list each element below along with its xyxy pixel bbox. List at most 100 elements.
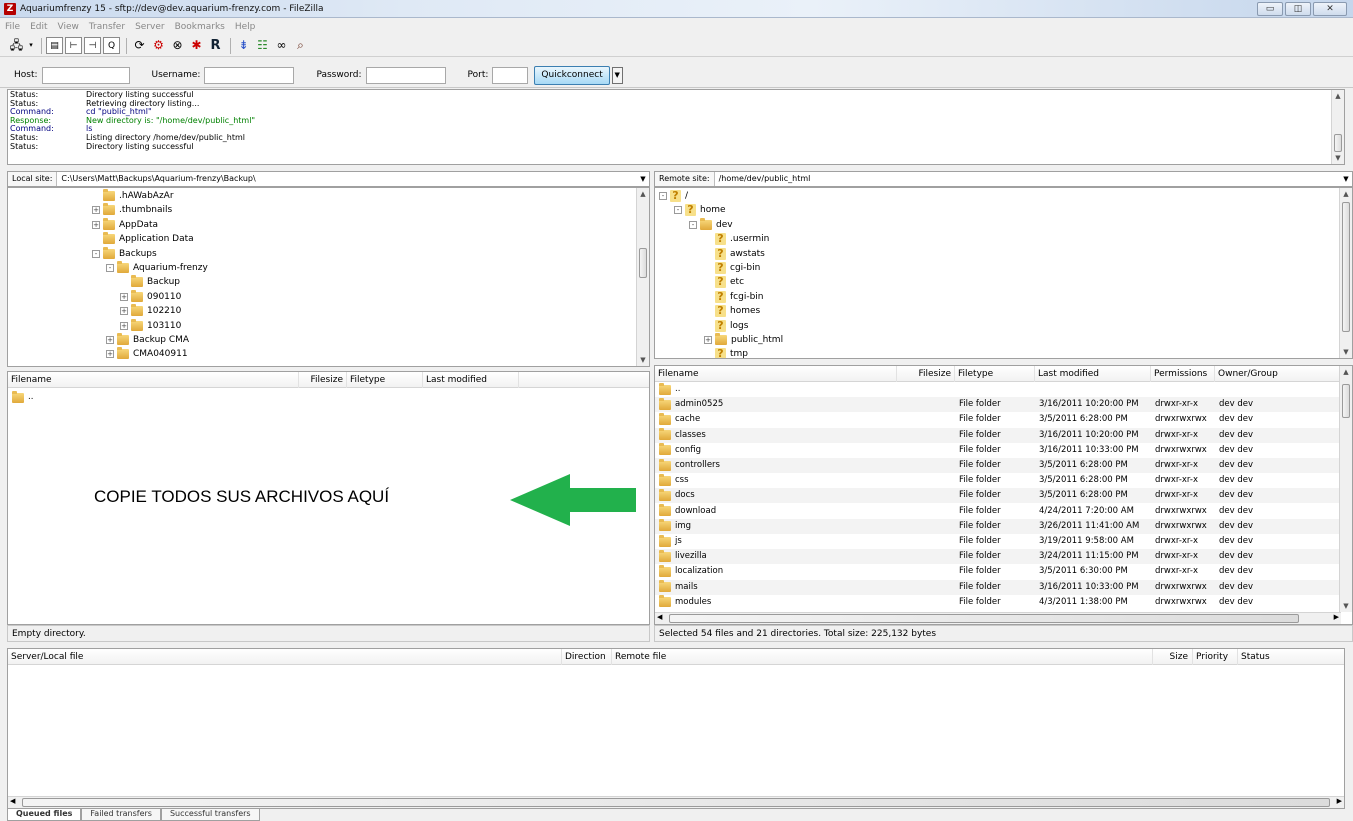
tree-item[interactable]: ? fcgi-bin [704, 290, 764, 304]
tree-item[interactable]: + CMA040911 [106, 347, 188, 361]
column-filetype[interactable]: Filetype [347, 372, 423, 388]
local-tree-scrollbar[interactable]: ▲ ▼ [636, 188, 649, 366]
scroll-down-icon[interactable]: ▼ [637, 354, 649, 366]
table-row[interactable]: livezilla File folder 3/24/2011 11:15:00 P… [655, 549, 1339, 565]
tree-item[interactable]: .hAWabAzAr [92, 189, 174, 203]
table-row[interactable]: controllers File folder 3/5/2011 6:28:00 P… [655, 458, 1339, 473]
remote-file-list[interactable]: Filename Filesize Filetype Last modified… [654, 365, 1353, 625]
remote-directory-tree[interactable]: -? / -? home - dev? .usermin? awstats? cgi-bin? e… [654, 187, 1353, 359]
tree-item[interactable]: ? cgi-bin [704, 261, 760, 275]
collapse-icon[interactable]: - [659, 192, 667, 200]
site-manager-icon[interactable]: 🖧 [8, 37, 25, 54]
close-button[interactable]: ✕ [1313, 1, 1347, 16]
menu-edit[interactable]: Edit [25, 22, 52, 32]
tree-item[interactable]: +102210 [120, 304, 181, 318]
directory-filter-icon[interactable]: ⇟ [235, 37, 252, 54]
expand-icon[interactable]: + [106, 336, 114, 344]
toggle-remote-tree-icon[interactable]: ⊣ [84, 37, 101, 54]
reconnect-icon[interactable]: R [207, 37, 224, 54]
collapse-icon[interactable]: - [689, 220, 697, 229]
queue-hscrollbar[interactable]: ◀ ▶ [8, 796, 1344, 808]
message-log[interactable]: Status: Directory listing successful Statu… [7, 89, 1345, 165]
column-owner-group[interactable]: Owner/Group [1215, 366, 1340, 382]
table-row[interactable]: docs File folder 3/5/2011 6:28:00 PM drwxr-… [655, 488, 1339, 504]
scroll-right-icon[interactable]: ▶ [1337, 797, 1342, 805]
column-filename[interactable]: Filename [8, 372, 299, 388]
tab-failed-transfers[interactable]: Failed transfers [81, 809, 161, 821]
table-row[interactable]: modules File folder 4/3/2011 1:38:00 PM drw… [655, 595, 1339, 610]
expand-icon[interactable]: + [92, 220, 100, 229]
scroll-right-icon[interactable]: ▶ [1334, 613, 1339, 621]
synchronized-browsing-icon[interactable]: ∞ [273, 37, 290, 54]
column-size[interactable]: Size [1153, 649, 1193, 665]
message-log-scrollbar[interactable]: ▲ ▼ [1331, 90, 1344, 164]
column-filesize[interactable]: Filesize [299, 372, 347, 388]
column-filesize[interactable]: Filesize [897, 366, 955, 382]
menu-help[interactable]: Help [230, 22, 261, 32]
disconnect-icon[interactable]: ✱ [188, 37, 205, 54]
search-remote-files-icon[interactable]: ⌕ [292, 37, 309, 54]
local-site-path[interactable]: C:\Users\Matt\Backups\Aquarium-frenzy\Ba… [57, 172, 637, 186]
column-last-modified[interactable]: Last modified [423, 372, 519, 388]
tree-item[interactable]: + .thumbnails [92, 203, 172, 217]
column-permissions[interactable]: Permissions [1151, 366, 1215, 382]
scroll-up-icon[interactable]: ▲ [637, 188, 649, 200]
column-filename[interactable]: Filename [655, 366, 897, 382]
toggle-message-log-icon[interactable]: ▤ [46, 37, 63, 54]
column-remote-file[interactable]: Remote file [612, 649, 1153, 665]
table-row[interactable]: img File folder 3/26/2011 11:41:00 AM drwxr… [655, 518, 1339, 534]
table-row[interactable]: classes File folder 3/16/2011 10:20:00 PM d… [655, 427, 1339, 443]
menu-transfer[interactable]: Transfer [84, 22, 130, 32]
remote-site-dropdown-icon[interactable]: ▼ [1340, 175, 1352, 183]
scroll-down-icon[interactable]: ▼ [1340, 600, 1352, 612]
column-filetype[interactable]: Filetype [955, 366, 1035, 382]
table-row[interactable]: download File folder 4/24/2011 7:20:00 AM d… [655, 504, 1339, 519]
column-status[interactable]: Status [1238, 649, 1344, 665]
tree-item[interactable]: ? logs [704, 319, 748, 333]
remote-list-scrollbar[interactable]: ▲ ▼ [1339, 366, 1352, 612]
collapse-icon[interactable]: - [106, 264, 114, 272]
tab-successful-transfers[interactable]: Successful transfers [160, 809, 260, 821]
tree-item[interactable]: ? etc [704, 275, 744, 289]
table-row[interactable]: js File folder 3/19/2011 9:58:00 AM drwxr-x… [655, 534, 1339, 549]
compare-directories-icon[interactable]: ☷ [254, 37, 271, 54]
tree-item[interactable]: - Aquarium-frenzy [106, 261, 208, 275]
column-server-local-file[interactable]: Server/Local file [8, 649, 562, 665]
scroll-down-icon[interactable]: ▼ [1340, 346, 1352, 358]
refresh-icon[interactable]: ⟳ [131, 37, 148, 54]
scroll-up-icon[interactable]: ▲ [1332, 90, 1344, 102]
table-row[interactable]: .. [8, 390, 649, 405]
scroll-left-icon[interactable]: ◀ [657, 613, 662, 621]
tab-queued-files[interactable]: Queued files [7, 809, 82, 821]
tree-item[interactable]: - Backups [92, 246, 157, 261]
port-input[interactable] [492, 66, 529, 84]
table-row[interactable]: cache File folder 3/5/2011 6:28:00 PM drwxr… [655, 412, 1339, 427]
scroll-up-icon[interactable]: ▲ [1340, 188, 1352, 200]
tree-item[interactable]: ? homes [704, 304, 760, 318]
scroll-left-icon[interactable]: ◀ [10, 797, 15, 805]
tree-item[interactable]: Backup [120, 275, 180, 289]
quickconnect-button[interactable]: Quickconnect [534, 65, 610, 85]
menu-view[interactable]: View [53, 22, 84, 32]
toggle-local-tree-icon[interactable]: ⊢ [65, 37, 82, 54]
password-input[interactable] [365, 66, 446, 84]
username-input[interactable] [204, 66, 295, 84]
tree-item[interactable]: -? / [659, 189, 688, 203]
remote-site-path[interactable]: /home/dev/public_html [715, 172, 1340, 186]
column-last-modified[interactable]: Last modified [1035, 366, 1151, 382]
column-direction[interactable]: Direction [562, 649, 612, 665]
table-row[interactable]: css File folder 3/5/2011 6:28:00 PM drwxr-x… [655, 473, 1339, 488]
expand-icon[interactable]: + [92, 206, 100, 215]
tree-item[interactable]: +103110 [120, 318, 181, 333]
tree-item[interactable]: -? home [674, 203, 726, 217]
remote-tree-scrollbar[interactable]: ▲ ▼ [1339, 188, 1352, 358]
menu-server[interactable]: Server [130, 22, 170, 32]
minimize-button[interactable]: ▭ [1257, 1, 1283, 16]
tree-item[interactable]: + Backup CMA [106, 333, 189, 347]
cancel-operation-icon[interactable]: ⊗ [169, 37, 186, 54]
remote-list-hscrollbar[interactable]: ◀ ▶ [655, 612, 1341, 624]
menu-file[interactable]: File [0, 22, 25, 32]
tree-item[interactable]: ? .usermin [704, 232, 769, 246]
maximize-button[interactable]: ◫ [1285, 1, 1311, 16]
tree-item[interactable]: ? awstats [704, 247, 765, 261]
